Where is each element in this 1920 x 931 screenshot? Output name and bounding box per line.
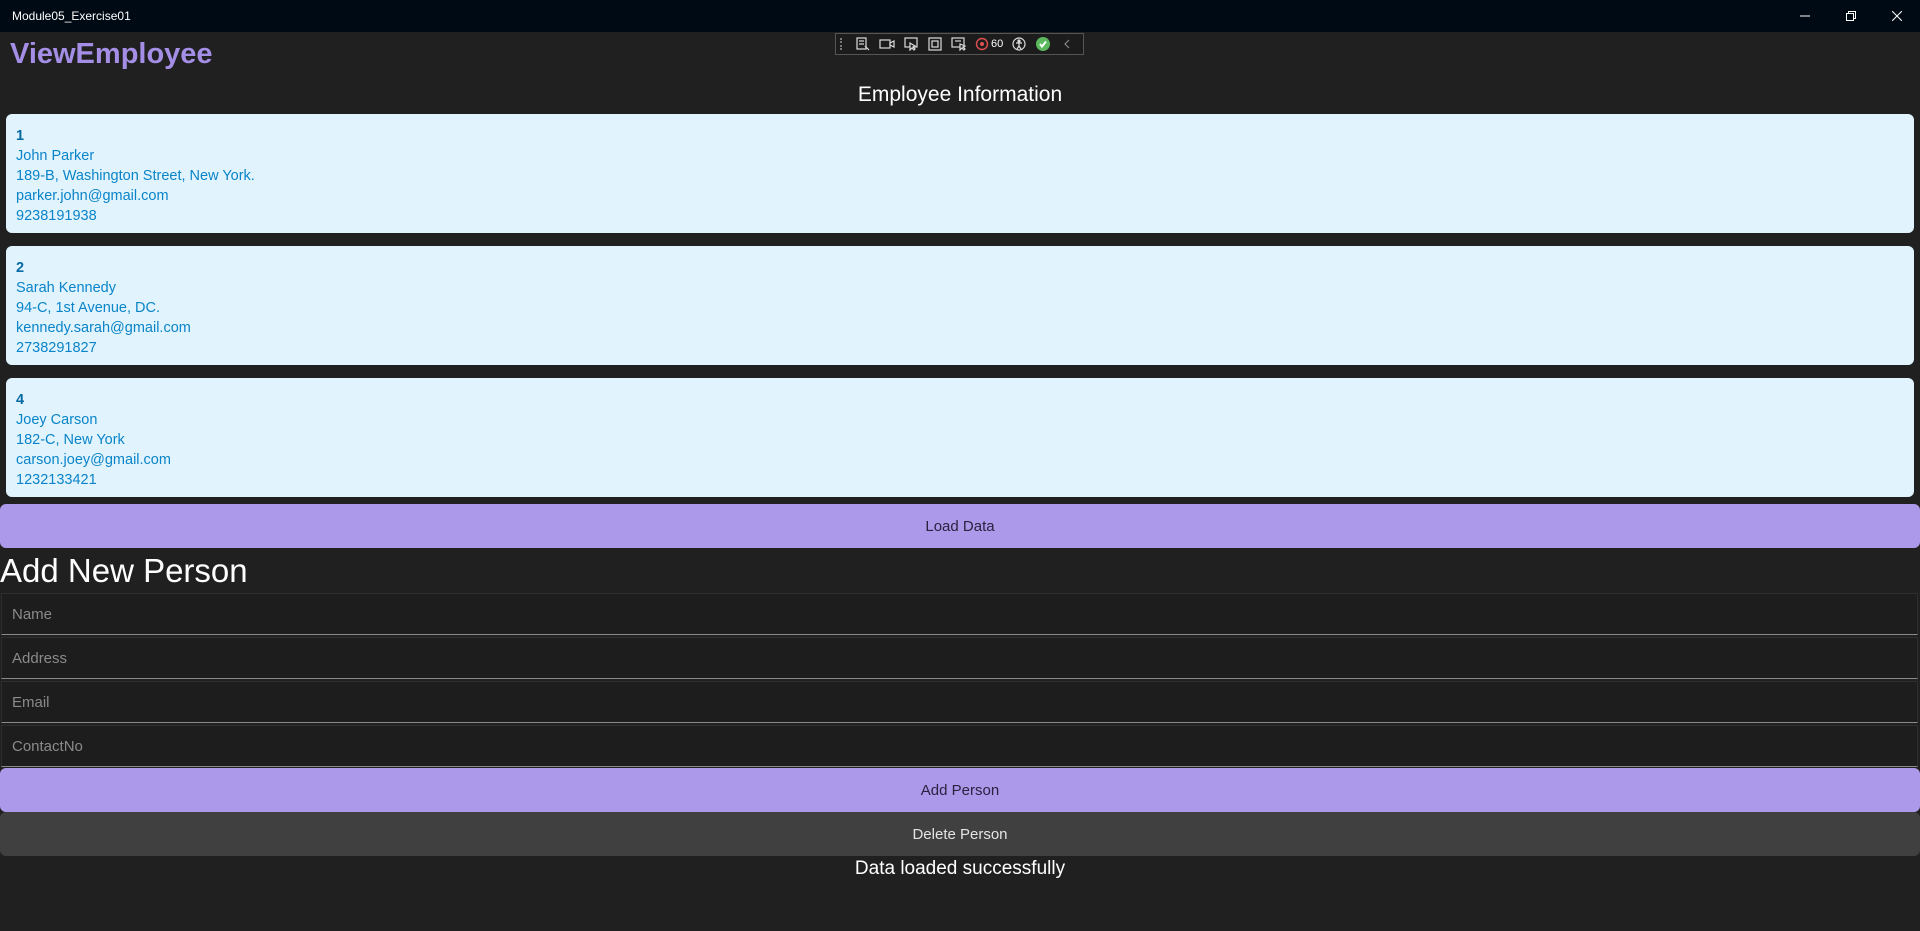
employee-address: 94-C, 1st Avenue, DC. [16,300,161,316]
employee-information-heading: Employee Information [857,83,1063,106]
contact-number-input[interactable] [1,725,1918,767]
window-title: Module05_Exercise01 [12,9,131,23]
email-input[interactable] [1,681,1918,723]
employee-name: Sarah Kennedy [16,280,116,296]
live-visual-tree-icon[interactable] [852,35,874,53]
employee-card[interactable]: 4 Joey Carson 182-C, New York carson.joe… [6,378,1914,497]
fps-counter[interactable]: 60 [972,37,1006,51]
video-icon[interactable] [876,35,898,53]
app-title: ViewEmployee [10,38,213,70]
employee-id: 1 [16,128,25,144]
display-layout-adorners-icon[interactable] [924,35,946,53]
employee-email: kennedy.sarah@gmail.com [16,320,191,336]
employee-email: parker.john@gmail.com [16,188,169,204]
employee-id: 2 [16,260,25,276]
employee-card[interactable]: 1 John Parker 189-B, Washington Street, … [6,114,1914,233]
accessibility-icon[interactable] [1008,35,1030,53]
load-data-button[interactable]: Load Data [0,504,1920,548]
employee-contact: 9238191938 [16,208,97,224]
debug-toolbar: 60 [835,33,1084,55]
employee-contact: 2738291827 [16,340,97,356]
minimize-icon[interactable] [1782,0,1828,32]
employee-address: 182-C, New York [16,432,125,448]
status-message: Data loaded successfully [854,858,1066,879]
track-focus-icon[interactable] [948,35,970,53]
employee-card[interactable]: 2 Sarah Kennedy 94-C, 1st Avenue, DC. ke… [6,246,1914,365]
toolbar-grip-icon[interactable] [840,38,846,50]
employee-contact: 1232133421 [16,472,97,488]
add-person-button[interactable]: Add Person [0,768,1920,812]
maximize-icon[interactable] [1828,0,1874,32]
window-controls [1782,0,1920,32]
employee-id: 4 [16,392,25,408]
chevron-left-icon[interactable] [1056,35,1078,53]
fps-icon [975,37,989,51]
fps-value: 60 [991,38,1004,50]
close-icon[interactable] [1874,0,1920,32]
title-bar: Module05_Exercise01 [0,0,1920,32]
select-element-icon[interactable] [900,35,922,53]
add-new-person-heading: Add New Person [0,552,248,589]
employee-name: Joey Carson [16,412,98,428]
employee-address: 189-B, Washington Street, New York. [16,168,255,184]
employee-email: carson.joey@gmail.com [16,452,171,468]
check-icon[interactable] [1032,35,1054,53]
address-input[interactable] [1,637,1918,679]
name-input[interactable] [1,593,1918,635]
delete-person-button[interactable]: Delete Person [0,812,1920,856]
employee-name: John Parker [16,148,95,164]
